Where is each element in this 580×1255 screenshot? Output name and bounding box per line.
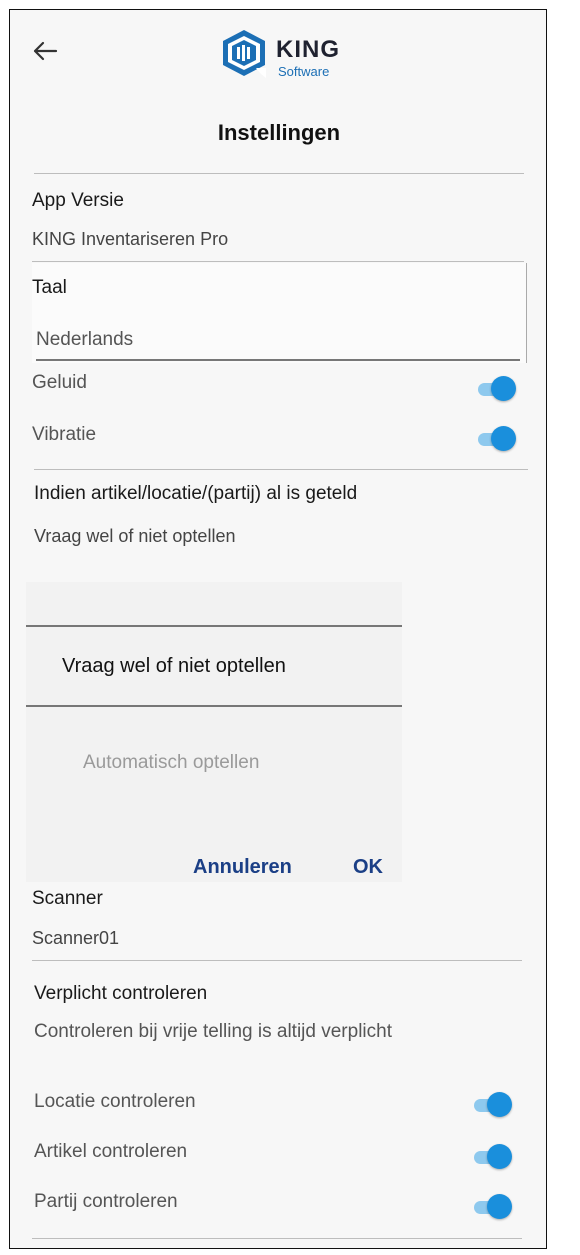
language-section: Taal Nederlands [32,263,527,363]
sound-label: Geluid [32,372,87,393]
dialog-option-ask[interactable]: Vraag wel of niet optellen [26,627,402,705]
divider [32,261,524,262]
article-check-label: Artikel controleren [34,1141,188,1162]
dialog-option-ask-label: Vraag wel of niet optellen [62,655,286,677]
toggle-thumb [491,426,516,451]
settings-screen: KING Software Instellingen App Versie KI… [9,9,547,1249]
vibration-label: Vibratie [32,424,97,445]
batch-check-toggle[interactable] [470,1194,512,1220]
toggle-thumb [487,1144,512,1169]
location-check-label: Locatie controleren [34,1091,196,1112]
sound-toggle[interactable] [474,376,516,402]
king-logo: KING Software [218,28,348,79]
logo-king-text: KING [276,36,340,63]
counted-label: Indien artikel/locatie/(partij) al is ge… [34,483,358,504]
counted-value[interactable]: Vraag wel of niet optellen [34,526,235,547]
cancel-button[interactable]: Annuleren [193,856,292,879]
language-label: Taal [32,277,67,298]
count-option-dialog: Vraag wel of niet optellen Automatisch o… [26,582,402,882]
app-version-label: App Versie [32,190,124,211]
dialog-option-auto[interactable]: Automatisch optellen [26,742,402,792]
scanner-label: Scanner [32,888,103,909]
toggle-thumb [487,1092,512,1117]
divider [34,469,528,470]
divider [34,173,524,174]
scanner-value[interactable]: Scanner01 [32,928,119,949]
location-check-toggle[interactable] [470,1092,512,1118]
dialog-option-auto-label: Automatisch optellen [83,752,260,773]
back-arrow-icon[interactable] [30,36,60,66]
app-version-value: KING Inventariseren Pro [32,229,229,249]
toggle-thumb [491,376,516,401]
mandatory-check-note: Controleren bij vrije telling is altijd … [34,1021,392,1042]
logo-software-text: Software [278,64,330,79]
divider [32,1238,522,1239]
article-check-toggle[interactable] [470,1144,512,1170]
language-select[interactable]: Nederlands [36,325,520,361]
king-hexagon-icon [223,30,266,78]
language-value: Nederlands [36,329,134,350]
divider [32,960,522,961]
mandatory-check-label: Verplicht controleren [34,983,208,1004]
selection-separator [26,705,402,707]
page-title: Instellingen [217,120,341,145]
toggle-thumb [487,1194,512,1219]
ok-button[interactable]: OK [353,856,383,879]
batch-check-label: Partij controleren [34,1191,178,1212]
vibration-toggle[interactable] [474,426,516,452]
